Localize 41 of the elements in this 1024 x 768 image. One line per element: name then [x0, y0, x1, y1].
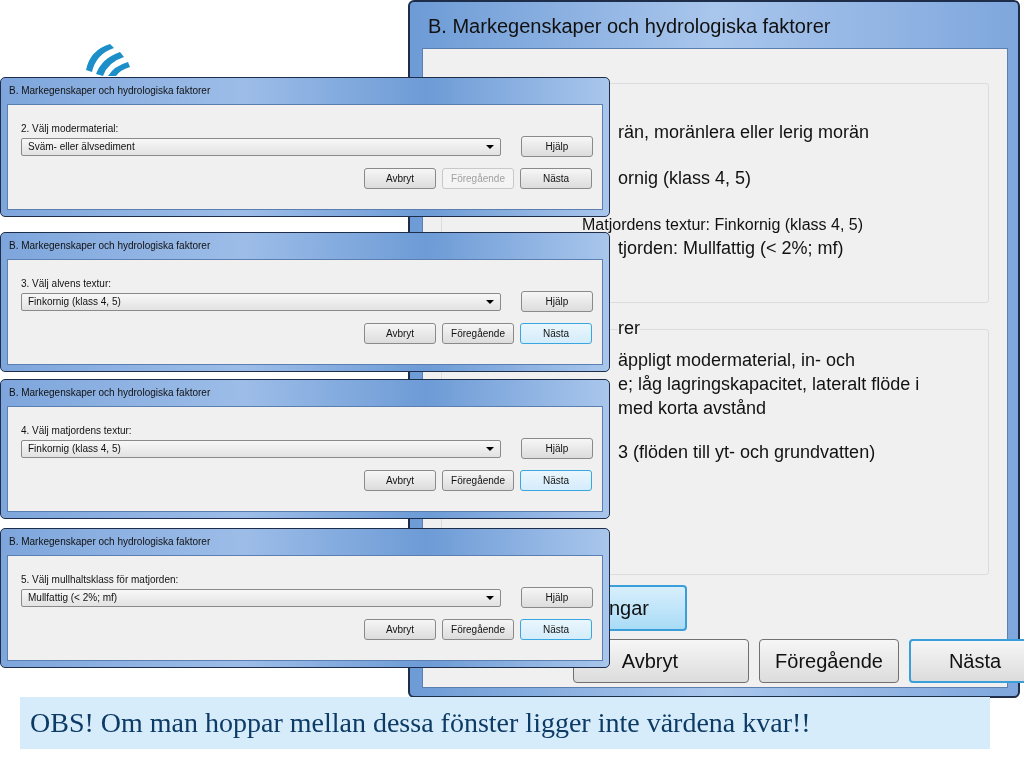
dropdown[interactable]: Finkornig (klass 4, 5): [21, 439, 501, 458]
prompt-label: 5. Välj mullhaltsklass för matjorden:: [21, 574, 180, 585]
summary-line: tjorden: Mullfattig (< 2%; mf): [618, 238, 844, 259]
prompt-label: 3. Välj alvens textur:: [21, 278, 113, 289]
dialog-button[interactable]: Avbryt: [364, 619, 436, 640]
dialog-button[interactable]: Avbryt: [364, 168, 436, 189]
window-title: B. Markegenskaper och hydrologiska faktorer: [8, 535, 212, 549]
dialog-button[interactable]: Föregående: [442, 323, 514, 344]
summary-line: 3 (flöden till yt- och grundvatten): [618, 442, 876, 463]
summary-line: rän, moränlera eller lerig morän: [618, 122, 870, 143]
dialog-button[interactable]: Föregående: [442, 619, 514, 640]
dialog-button[interactable]: Föregående: [759, 639, 899, 683]
description-text: äppligt modermaterial, in- och e; låg lagringskapacitet, lateralt flöde i med korta avstånd: [618, 349, 920, 420]
dialog-button[interactable]: Nästa: [520, 168, 592, 189]
dialog-button[interactable]: Avbryt: [364, 323, 436, 344]
window-title: B. Markegenskaper och hydrologiska faktorer: [8, 386, 212, 400]
dialog-button[interactable]: Nästa: [520, 619, 592, 640]
prompt-label: 4. Välj matjordens textur:: [21, 425, 133, 436]
summary-line: Matjordens textur: Finkornig (klass 4, 5): [582, 216, 863, 234]
dropdown[interactable]: Sväm- eller älvsediment: [21, 137, 501, 156]
dialog-button[interactable]: Föregående: [442, 470, 514, 491]
dialog-button[interactable]: Nästa: [909, 639, 1024, 683]
window-title: B. Markegenskaper och hydrologiska faktorer: [8, 239, 212, 253]
caret-icon: [486, 446, 494, 451]
caret-icon: [486, 299, 494, 304]
summary-line: ornig (klass 4, 5): [618, 168, 752, 189]
dropdown[interactable]: Mullfattig (< 2%; mf): [21, 588, 501, 607]
caret-icon: [486, 144, 494, 149]
dialog-button[interactable]: Avbryt: [364, 470, 436, 491]
dialog-button[interactable]: Nästa: [520, 470, 592, 491]
window-title: B. Markegenskaper och hydrologiska faktorer: [427, 14, 832, 39]
help-button[interactable]: Hjälp: [521, 136, 593, 157]
window-title: B. Markegenskaper och hydrologiska faktorer: [8, 84, 212, 98]
prompt-label: 2. Välj modermaterial:: [21, 123, 120, 134]
help-button[interactable]: Hjälp: [521, 587, 593, 608]
caret-icon: [486, 595, 494, 600]
dialog-button[interactable]: Nästa: [520, 323, 592, 344]
dropdown[interactable]: Finkornig (klass 4, 5): [21, 292, 501, 311]
help-button[interactable]: Hjälp: [521, 291, 593, 312]
help-button[interactable]: Hjälp: [521, 438, 593, 459]
note-text: OBS! Om man hoppar mellan dessa fönster ligger inte värdena kvar!!: [20, 697, 990, 749]
